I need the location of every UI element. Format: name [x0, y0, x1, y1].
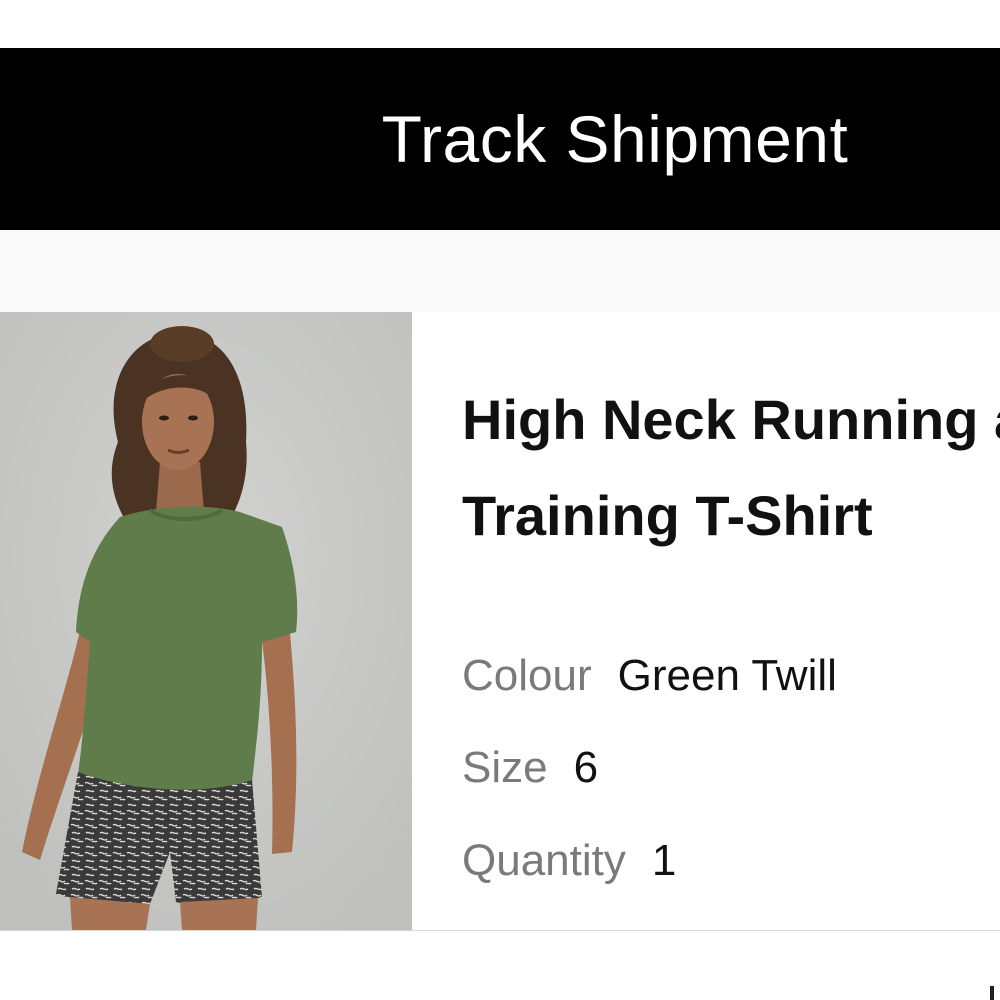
- colour-label: Colour: [462, 651, 592, 700]
- size-label: Size: [462, 743, 548, 792]
- item-details: High Neck Running and Training T-Shirt C…: [462, 312, 1000, 930]
- product-image[interactable]: [0, 312, 412, 930]
- attribute-colour: Colour Green Twill: [462, 648, 837, 704]
- product-name[interactable]: High Neck Running and Training T-Shirt: [462, 372, 1000, 564]
- quantity-value: 1: [651, 836, 677, 885]
- order-tracking-page: Track Shipment High Neck Running Trainin…: [0, 0, 1000, 1000]
- size-value: 6: [573, 743, 599, 792]
- top-spacer: [0, 0, 1000, 48]
- section-divider: [0, 230, 1000, 312]
- attribute-size: Size 6: [462, 740, 598, 796]
- track-shipment-button[interactable]: Track Shipment: [0, 48, 1000, 230]
- model-photo-illustration: [0, 312, 412, 930]
- product-name-line-2: Training T-Shirt: [462, 484, 873, 547]
- quantity-label: Quantity: [462, 836, 626, 885]
- colour-value: Green Twill: [617, 651, 837, 700]
- order-item-card: High Neck Running and Training T-Shirt C…: [0, 312, 1000, 931]
- cut-off-glyph: [990, 986, 994, 1000]
- attribute-quantity: Quantity 1: [462, 833, 676, 889]
- product-name-line-1: High Neck Running and: [462, 388, 1000, 451]
- bottom-area: [0, 931, 1000, 1000]
- track-shipment-label: Track Shipment: [381, 102, 849, 176]
